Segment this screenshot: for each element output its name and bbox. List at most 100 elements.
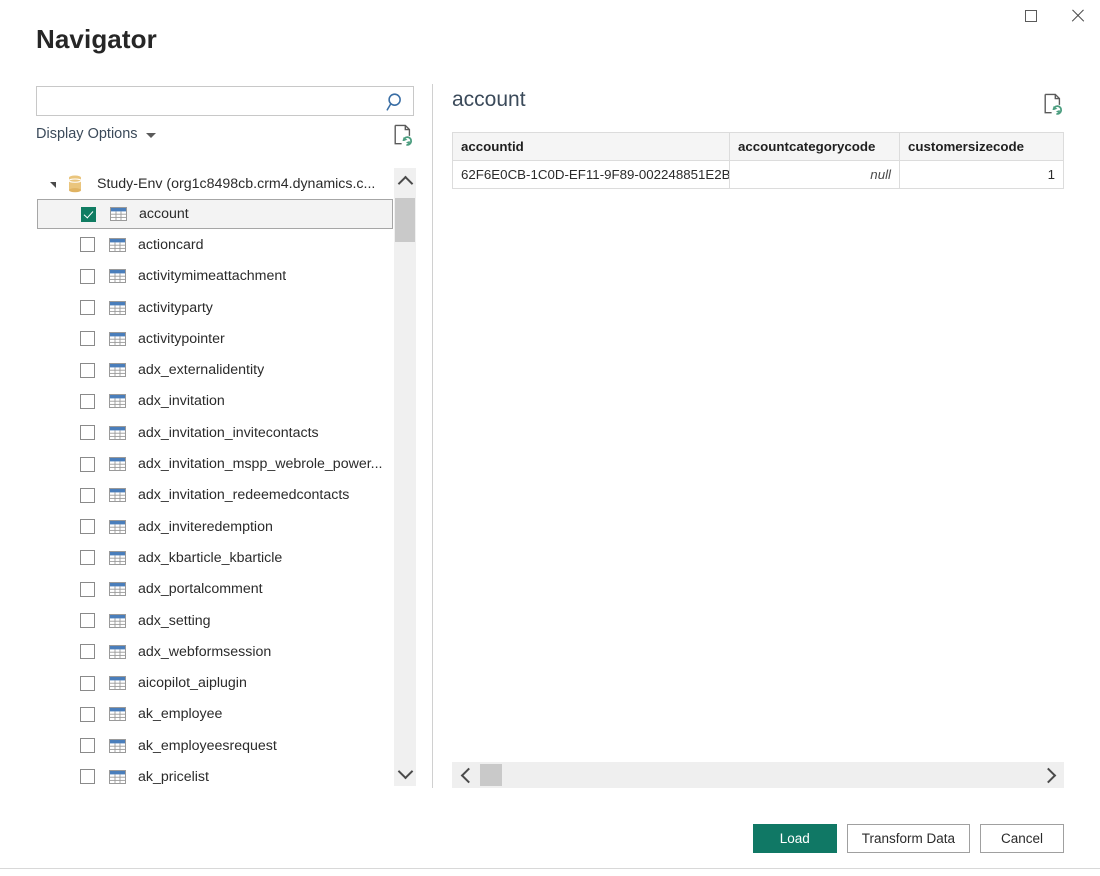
tree-item[interactable]: aicopilot_aiplugin xyxy=(36,667,394,698)
tree-item[interactable]: activitymimeattachment xyxy=(36,261,394,292)
table-checkbox[interactable] xyxy=(80,237,95,253)
panel-divider xyxy=(432,84,433,788)
refresh-document-icon[interactable] xyxy=(392,123,414,147)
table-checkbox[interactable] xyxy=(80,706,95,722)
tree-item[interactable]: adx_invitation_mspp_webrole_power... xyxy=(36,448,394,479)
table-icon xyxy=(109,331,126,346)
table-icon xyxy=(110,207,127,222)
scroll-up-button[interactable] xyxy=(394,170,416,192)
tree-item[interactable]: adx_portalcomment xyxy=(36,574,394,605)
tree-item[interactable]: adx_inviteredemption xyxy=(36,511,394,542)
preview-horizontal-scrollbar[interactable] xyxy=(452,762,1064,788)
table-cell[interactable]: 62F6E0CB-1C0D-EF11-9F89-002248851E2B xyxy=(453,161,730,188)
table-checkbox[interactable] xyxy=(80,581,95,597)
tree-item[interactable]: ak_pricelist xyxy=(36,761,394,786)
table-checkbox[interactable] xyxy=(80,550,95,566)
table-checkbox[interactable] xyxy=(80,300,95,316)
table-cell[interactable]: null xyxy=(730,161,900,188)
hscrollbar-thumb[interactable] xyxy=(480,764,502,786)
table-checkbox[interactable] xyxy=(80,393,95,409)
hscrollbar-track[interactable] xyxy=(502,762,1036,788)
search-input[interactable] xyxy=(37,87,393,115)
close-icon xyxy=(1070,9,1084,23)
tree-item[interactable]: adx_invitation_redeemedcontacts xyxy=(36,480,394,511)
table-checkbox[interactable] xyxy=(80,738,95,754)
search-box[interactable] xyxy=(36,86,414,116)
expanded-triangle-icon[interactable] xyxy=(50,182,56,189)
tree-item-label: account xyxy=(139,206,189,223)
scrollbar-thumb[interactable] xyxy=(395,198,415,242)
table-icon xyxy=(109,519,126,534)
table-checkbox[interactable] xyxy=(81,206,96,222)
tree-item[interactable]: adx_externalidentity xyxy=(36,354,394,385)
preview-table: accountid accountcategorycode customersize… xyxy=(452,132,1064,189)
tree-item[interactable]: adx_invitation xyxy=(36,386,394,417)
table-cell[interactable]: 1 xyxy=(900,161,1064,188)
transform-data-button[interactable]: Transform Data xyxy=(846,824,970,853)
table-icon xyxy=(109,550,126,565)
tree-item-label: adx_inviteredemption xyxy=(138,518,273,535)
table-checkbox[interactable] xyxy=(80,644,95,660)
tree-item-label: adx_invitation_redeemedcontacts xyxy=(138,487,350,504)
table-checkbox[interactable] xyxy=(80,769,95,785)
tree-item-label: adx_setting xyxy=(138,612,211,629)
table-checkbox[interactable] xyxy=(80,331,95,347)
tree-item-label: adx_kbarticle_kbarticle xyxy=(138,549,283,566)
table-icon xyxy=(109,582,126,597)
chevron-right-icon xyxy=(1040,767,1056,783)
tree-item[interactable]: actioncard xyxy=(36,229,394,260)
database-icon xyxy=(68,175,82,192)
tree-item-label: ak_pricelist xyxy=(138,768,209,785)
column-header[interactable]: accountid xyxy=(453,133,730,160)
tree-item[interactable]: adx_setting xyxy=(36,605,394,636)
tree-root-node[interactable]: Study-Env (org1c8498cb.crm4.dynamics.c..… xyxy=(36,168,394,199)
tree-root-label: Study-Env (org1c8498cb.crm4.dynamics.c..… xyxy=(97,175,376,192)
window-controls xyxy=(1008,0,1100,32)
table-checkbox[interactable] xyxy=(80,456,95,472)
display-options-label: Display Options xyxy=(36,126,138,142)
table-checkbox[interactable] xyxy=(80,268,95,284)
column-header[interactable]: customersizecode xyxy=(900,133,1064,160)
maximize-button[interactable] xyxy=(1008,1,1054,31)
tree-item[interactable]: adx_webformsession xyxy=(36,636,394,667)
display-options-dropdown[interactable]: Display Options xyxy=(36,126,156,142)
preview-panel: account accountid accountcategorycode cust… xyxy=(452,88,1064,189)
table-icon xyxy=(109,488,126,503)
preview-title: account xyxy=(452,88,526,111)
page-title: Navigator xyxy=(36,24,157,54)
column-header[interactable]: accountcategorycode xyxy=(730,133,900,160)
tree-vertical-scrollbar[interactable] xyxy=(394,168,416,786)
scroll-left-button[interactable] xyxy=(452,762,480,788)
table-row[interactable]: 62F6E0CB-1C0D-EF11-9F89-002248851E2B null… xyxy=(453,161,1064,188)
tree-item-label: actioncard xyxy=(138,236,204,253)
refresh-document-icon[interactable] xyxy=(1042,92,1064,116)
tree-item[interactable]: ak_employeesrequest xyxy=(36,730,394,761)
scroll-down-button[interactable] xyxy=(394,762,416,784)
table-checkbox[interactable] xyxy=(80,675,95,691)
tree-item[interactable]: adx_invitation_invitecontacts xyxy=(36,417,394,448)
cancel-button[interactable]: Cancel xyxy=(980,824,1064,853)
tree-list[interactable]: Study-Env (org1c8498cb.crm4.dynamics.c..… xyxy=(36,168,394,786)
table-checkbox[interactable] xyxy=(80,613,95,628)
tree-item[interactable]: ak_employee xyxy=(36,699,394,730)
tree-item-label: activitymimeattachment xyxy=(138,268,287,285)
load-button[interactable]: Load xyxy=(752,824,837,853)
chevron-down-icon xyxy=(397,763,413,779)
table-checkbox[interactable] xyxy=(80,487,95,503)
tree-item-label: adx_portalcomment xyxy=(138,581,263,598)
table-checkbox[interactable] xyxy=(80,362,95,378)
tree-item-label: ak_employeesrequest xyxy=(138,737,277,754)
search-icon[interactable] xyxy=(385,91,407,113)
table-checkbox[interactable] xyxy=(80,425,95,441)
footer-buttons: Load Transform Data Cancel xyxy=(752,824,1064,853)
tree-item[interactable]: activityparty xyxy=(36,292,394,323)
tree-item[interactable]: adx_kbarticle_kbarticle xyxy=(36,542,394,573)
scroll-right-button[interactable] xyxy=(1036,762,1064,788)
table-icon xyxy=(109,676,126,691)
tree-item-selected[interactable]: account xyxy=(37,199,393,230)
tree-item-label: adx_invitation_mspp_webrole_power... xyxy=(138,456,383,473)
close-button[interactable] xyxy=(1054,1,1100,31)
chevron-down-icon xyxy=(145,132,156,138)
tree-item[interactable]: activitypointer xyxy=(36,323,394,354)
table-checkbox[interactable] xyxy=(80,519,95,535)
